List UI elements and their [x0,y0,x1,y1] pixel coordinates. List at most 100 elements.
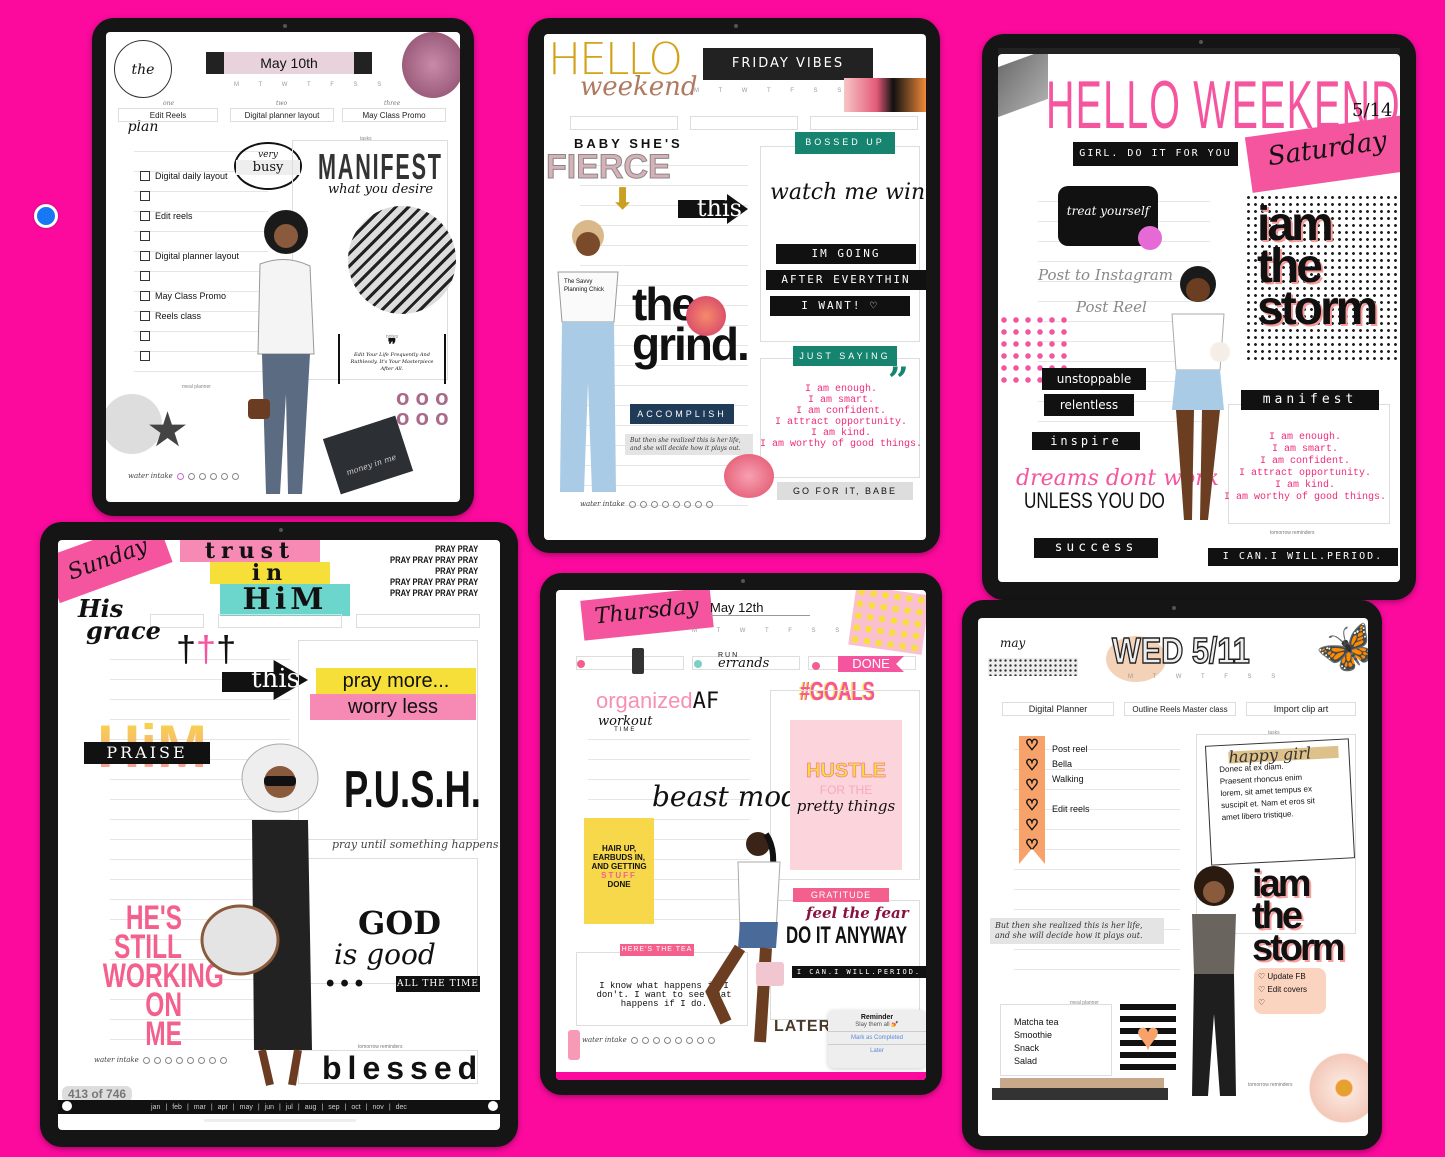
todo-item[interactable]: ♡ Edit covers [1258,983,1322,996]
mark-completed-button[interactable]: Mark as Completed [828,1031,926,1044]
washi-strip [1000,1078,1164,1088]
woman-illustration [1171,266,1230,520]
planner-page[interactable]: the plan May 10th M T W T F S S one two … [106,32,460,502]
iam-the-storm-sticker: iam the storm [1252,863,1346,969]
checklist-item[interactable] [140,226,239,246]
list-item[interactable]: Edit reels [1052,802,1090,817]
iam-the-storm-sticker: iam the storm [1245,194,1400,362]
checklist-item[interactable] [140,186,239,206]
daisy-sticker [1304,1048,1368,1128]
planner-page[interactable]: HELLO weekend FRIDAY VIBES M T W T F S S… [544,34,926,540]
his-grace-script: His grace [78,594,161,645]
crosses-icon: ††† [176,628,237,669]
checklist-item[interactable]: Edit reels [140,206,239,226]
word-label-success: success [1034,538,1158,558]
word-label-relentless: relentless [1044,394,1134,416]
weekday-row[interactable]: M T W T F S S [1128,674,1284,680]
todo-item[interactable]: ♡ Update FB [1258,970,1322,983]
friday-vibes-banner: FRIDAY VIBES [703,48,873,80]
priority-2[interactable]: Outline Reels Master class [1124,702,1236,716]
priority-2[interactable]: Digital planner layout [230,108,334,122]
accomplish-label: ACCOMPLISH [630,404,734,424]
weekday-row[interactable]: M T W T F S S [234,82,390,88]
all-the-time-label: ALL THE TIME [396,976,480,992]
planner-page[interactable]: may WED 5/11 🦋 M T W T F S S Digital Pla… [978,618,1368,1136]
affirmations: I am enough. I am smart. I am confident. I … [759,384,923,450]
confetti-sticker [848,590,926,655]
list-item[interactable]: Bella [1052,757,1090,772]
planner-page[interactable]: Thursday May 12th M T W T F S S RUN erran… [556,590,926,1080]
month-link[interactable]: feb [172,1104,182,1111]
priority-3[interactable]: May Class Promo [342,108,446,122]
tomorrow-reminders-label: tomorrow reminders [1248,1082,1293,1088]
priority-2[interactable] [690,116,798,130]
just-saying-label: JUST SAYING [793,346,897,366]
month-link[interactable]: sep [328,1104,339,1111]
search-icon[interactable] [62,1101,72,1111]
priority-1[interactable]: Digital Planner [1002,702,1114,716]
checklist-item[interactable]: May Class Promo [140,286,239,306]
month-link[interactable]: jul [286,1104,293,1111]
period-label: I CAN.I WILL.PERIOD. [1208,548,1398,566]
hes-still-working-sticker: HE'S STILL WORKING ON ME [102,899,224,1053]
planner-page[interactable]: HELLO WEEKEND 5/14 GIRL. DO IT FOR YOU S… [998,54,1400,582]
priority-3[interactable]: Import clip art [1246,702,1356,716]
collage-circle-sticker [348,206,456,314]
checklist-item[interactable]: Reels class [140,306,239,326]
happy-girl-note: happy girl Donec at ex diam. Praesent rho… [1204,738,1356,866]
water-intake-tracker[interactable]: water intake [128,472,239,480]
month-link[interactable]: dec [396,1104,407,1111]
shirt-text: The Savvy Planning Chick [564,279,605,293]
month-link[interactable]: aug [305,1104,317,1111]
planner-page[interactable]: Sunday trust in HiM PRAY PRAY PRAY PRAY P… [58,540,500,1130]
priority-label: two [276,100,288,107]
pink-circles-sticker: o o oo o o [396,385,449,430]
go-for-it-label: GO FOR IT, BABE [777,482,913,500]
month-link[interactable]: jun [265,1104,274,1111]
todo-item[interactable]: ♡ [1258,996,1322,1009]
manifest-subtitle: what you desire [328,182,434,197]
checklist-item[interactable] [140,266,239,286]
list-item[interactable]: Walking [1052,772,1090,787]
month-link[interactable]: mar [194,1104,206,1111]
reminder-notification[interactable]: Reminder Slay them all 💅 Mark as Complete… [828,1010,926,1068]
bossed-up-label: BOSSED UP [795,132,895,154]
water-intake-tracker[interactable]: water intake [582,1036,715,1044]
priority-1[interactable]: Edit Reels [118,108,218,122]
quote-strip: But then she realized this is her life, … [625,434,753,455]
post-instagram-text: Post to Instagram [1038,266,1174,284]
rose-sticker [724,454,774,498]
push-sticker: P.U.S.H. [344,761,481,819]
checklist-item[interactable] [140,346,239,366]
month-link[interactable]: nov [373,1104,384,1111]
weekday-row[interactable]: M T W T F S S [694,88,850,94]
pink-dot-icon [812,662,820,670]
later-button[interactable]: Later [828,1044,926,1057]
trust-in-him-sticker: trust in HiM [180,540,355,620]
checklist-item[interactable] [140,326,239,346]
water-bottle-icon [568,1030,580,1060]
list-item[interactable]: Post reel [1052,742,1090,757]
word-label-inspire: inspire [1032,432,1140,450]
priority-1[interactable] [576,656,684,670]
home-indicator[interactable] [204,1119,356,1122]
priority-2[interactable] [218,614,342,628]
period-label: I CAN.I WILL.PERIOD. [792,966,926,978]
home-icon[interactable] [488,1101,498,1111]
tablet-wednesday: may WED 5/11 🦋 M T W T F S S Digital Pla… [962,600,1382,1150]
butterfly-sticker: 🦋 [1309,618,1368,685]
priority-1[interactable] [570,116,678,130]
checklist-item[interactable]: Digital planner layout [140,246,239,266]
hair-up-sticker: HAIR UP, EARBUDS IN, AND GETTING STUFF DONE [584,818,654,924]
month-link[interactable]: jan [151,1104,160,1111]
month-link[interactable]: oct [351,1104,360,1111]
priority-3[interactable] [810,116,918,130]
checklist-item[interactable]: Digital daily layout [140,166,239,186]
month-link[interactable]: apr [218,1104,228,1111]
dotted-washi-strip [988,658,1078,676]
priority-3[interactable] [356,614,480,628]
month-script: may [1000,636,1026,650]
weekday-row[interactable]: M T W T F S S [692,628,848,634]
tasks-label: tasks [1268,730,1280,736]
month-link[interactable]: may [240,1104,253,1111]
